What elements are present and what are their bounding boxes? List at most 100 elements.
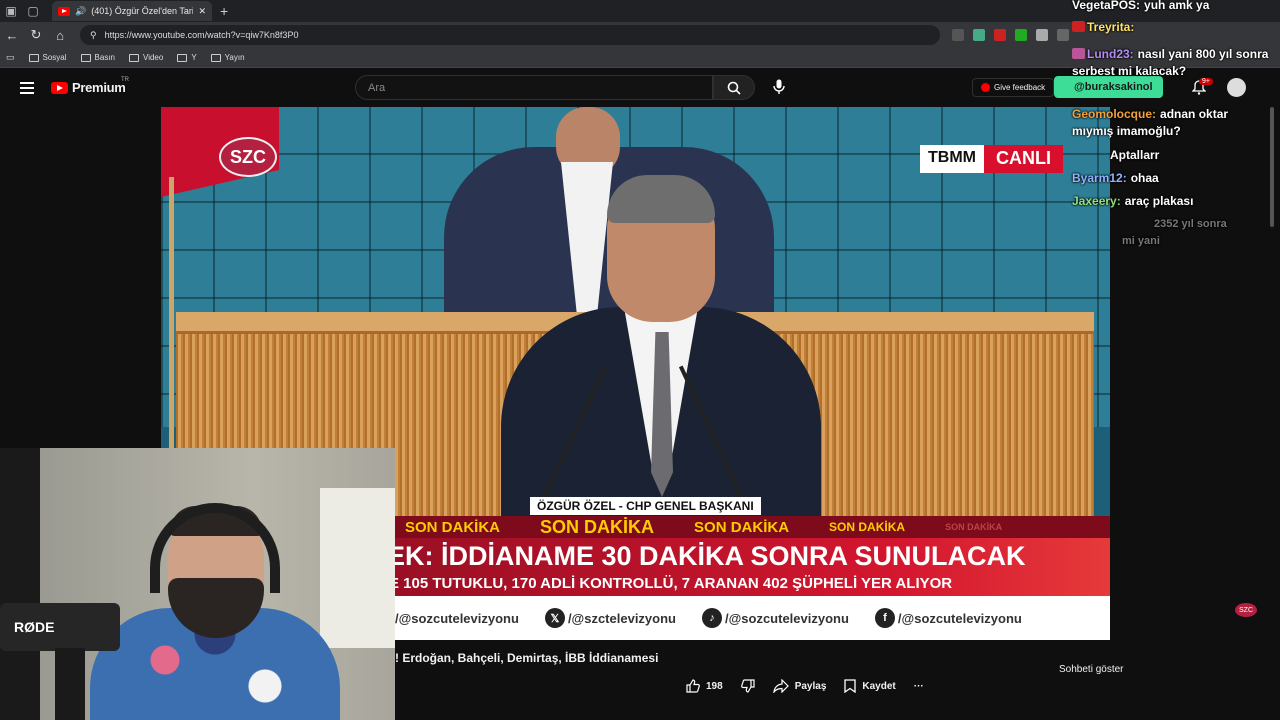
- chat-username: VegetaPOS:: [1072, 0, 1141, 12]
- tab-actions-icon[interactable]: ▢: [22, 0, 44, 22]
- chat-username: Treyrita:: [1087, 20, 1135, 34]
- chat-badge-icon: [1072, 48, 1085, 59]
- folder-icon: [80, 53, 91, 62]
- subheadline-text: E 105 TUTUKLU, 170 ADLİ KONTROLLÜ, 7 ARA…: [395, 575, 953, 592]
- like-button[interactable]: 198: [686, 679, 723, 693]
- extension-icon[interactable]: [1057, 29, 1069, 41]
- chat-message: Geomolocque: adnan oktar mıymış imamoğlu?: [1072, 106, 1272, 140]
- screen: ▣ ▢ 🔊 (401) Özgür Özel'den Tarihe ✕ + ← …: [0, 0, 1280, 720]
- logo-region: TR: [121, 77, 129, 83]
- chat-username: Byarm12:: [1072, 171, 1127, 185]
- chat-message: mi yani: [1072, 233, 1272, 250]
- chat-username: Geomolocque:: [1072, 107, 1157, 121]
- chat-badge-icon: [1072, 21, 1085, 32]
- extension-icon[interactable]: [1036, 29, 1048, 41]
- chat-text: 2352 yıl sonra: [1154, 218, 1227, 230]
- folder-icon: [28, 53, 39, 62]
- tab-title: (401) Özgür Özel'den Tarihe: [91, 6, 194, 16]
- chat-text: araç plakası: [1124, 194, 1194, 208]
- chat-text: ohaa: [1130, 171, 1159, 185]
- extension-icon[interactable]: [952, 29, 964, 41]
- chat-message: Lund23: nasıl yani 800 yıl sonra serbest …: [1072, 46, 1272, 80]
- reload-icon[interactable]: ↻: [24, 27, 48, 43]
- speaker-hair: [607, 175, 715, 223]
- webcam-dark-edge: [0, 448, 40, 720]
- bookmark-folder[interactable]: Y: [177, 53, 197, 62]
- bookmark-folder[interactable]: Basın: [80, 53, 115, 62]
- give-feedback-button[interactable]: Give feedback: [972, 78, 1055, 97]
- bookmark-folder[interactable]: Yayın: [210, 53, 245, 62]
- youtube-logo[interactable]: Premium TR: [51, 77, 129, 95]
- chat-message: Aptallarr: [1072, 147, 1272, 164]
- news-headline: EK: İDDİANAME 30 DAKİKA SONRA SUNULACAK …: [395, 538, 1110, 596]
- new-tab-icon[interactable]: +: [220, 3, 228, 19]
- reading-list-icon[interactable]: ▭: [6, 52, 15, 63]
- tiktok-icon: ♪: [701, 608, 722, 628]
- search-button[interactable]: [713, 75, 755, 100]
- live-label-source: TBMM: [920, 145, 984, 173]
- extension-icon[interactable]: [973, 29, 985, 41]
- folder-icon: [177, 53, 188, 62]
- bookmark-icon: [844, 679, 857, 693]
- show-chat-button[interactable]: Sohbeti göster: [1059, 664, 1124, 675]
- workspaces-icon[interactable]: ▣: [0, 0, 22, 22]
- speaker-nameplate: ÖZGÜR ÖZEL - CHP GENEL BAŞKANI: [530, 497, 761, 515]
- search-input[interactable]: Ara: [355, 75, 713, 100]
- ticker-item: SON DAKİKA: [540, 516, 655, 537]
- more-actions-button[interactable]: ···: [914, 681, 924, 692]
- back-icon[interactable]: ←: [0, 28, 24, 43]
- bookmark-label: Sosyal: [42, 53, 67, 62]
- ticker-item: SON DAKİKA: [694, 518, 790, 536]
- speaker-icon[interactable]: 🔊: [75, 6, 86, 17]
- extension-icon[interactable]: [994, 29, 1006, 41]
- ticker-item: SON DAKİKA: [945, 522, 1003, 532]
- search-icon: [727, 81, 741, 95]
- webcam-overlay: RØDE: [0, 448, 395, 720]
- site-info-icon[interactable]: ⚲: [90, 30, 97, 41]
- ticker-item: SON DAKİKA: [405, 518, 501, 536]
- url-field[interactable]: ⚲ https://www.youtube.com/watch?v=qiw7Kn…: [80, 25, 940, 45]
- x-icon: 𝕏: [544, 608, 565, 628]
- social-handle: 𝕏/@szctelevizyonu: [544, 608, 676, 628]
- chat-text: Aptallarr: [1110, 148, 1160, 162]
- voice-search-icon[interactable]: [771, 79, 787, 95]
- breaking-ticker: SON DAKİKA SON DAKİKA SON DAKİKA SON DAK…: [395, 516, 1110, 538]
- thumbs-up-icon: [686, 679, 700, 693]
- chat-message: 2352 yıl sonra: [1072, 216, 1272, 233]
- logo-text: Premium: [72, 80, 126, 95]
- social-handle-text: /@sozcutelevizyonu: [395, 610, 519, 626]
- extensions: [952, 29, 1069, 41]
- share-button[interactable]: Paylaş: [772, 679, 826, 693]
- give-feedback-label: Give feedback: [994, 83, 1046, 92]
- feedback-icon: [981, 83, 990, 92]
- headline-text: EK: İDDİANAME 30 DAKİKA SONRA SUNULACAK: [395, 541, 1026, 571]
- folder-icon: [210, 53, 221, 62]
- avatar[interactable]: [1227, 78, 1246, 97]
- bookmark-folder[interactable]: Sosyal: [28, 53, 67, 62]
- home-icon[interactable]: ⌂: [48, 28, 72, 43]
- extension-icon[interactable]: [1015, 29, 1027, 41]
- youtube-favicon-icon: [58, 6, 70, 16]
- bookmark-label: Y: [191, 53, 197, 62]
- browser-tab[interactable]: 🔊 (401) Özgür Özel'den Tarihe ✕: [52, 1, 212, 21]
- save-button[interactable]: Kaydet: [844, 679, 896, 693]
- social-handle: /@sozcutelevizyonu: [395, 611, 519, 626]
- ticker-item: SON DAKİKA: [829, 520, 906, 534]
- chat-username: Jaxeery:: [1072, 194, 1121, 208]
- social-handle-text: /@sozcutelevizyonu: [897, 610, 1022, 626]
- chat-text: mi yani: [1122, 235, 1160, 247]
- social-handle: f/@sozcutelevizyonu: [874, 608, 1022, 628]
- save-label: Kaydet: [862, 680, 896, 692]
- microphone-arm: [55, 648, 85, 720]
- live-label: TBMM CANLI: [920, 145, 1063, 173]
- share-icon: [772, 679, 789, 693]
- close-tab-icon[interactable]: ✕: [198, 6, 206, 17]
- url-text: https://www.youtube.com/watch?v=qiw7Kn8f…: [104, 30, 299, 40]
- webcam-picture-frame: [320, 488, 395, 648]
- thumbs-down-icon: [740, 679, 755, 693]
- chat-message: VegetaPOS: yuh amk ya: [1072, 0, 1272, 14]
- dislike-button[interactable]: [740, 679, 755, 693]
- channel-watermark: SZC: [1235, 603, 1257, 617]
- bookmark-folder[interactable]: Video: [129, 53, 163, 62]
- menu-icon[interactable]: [20, 82, 34, 97]
